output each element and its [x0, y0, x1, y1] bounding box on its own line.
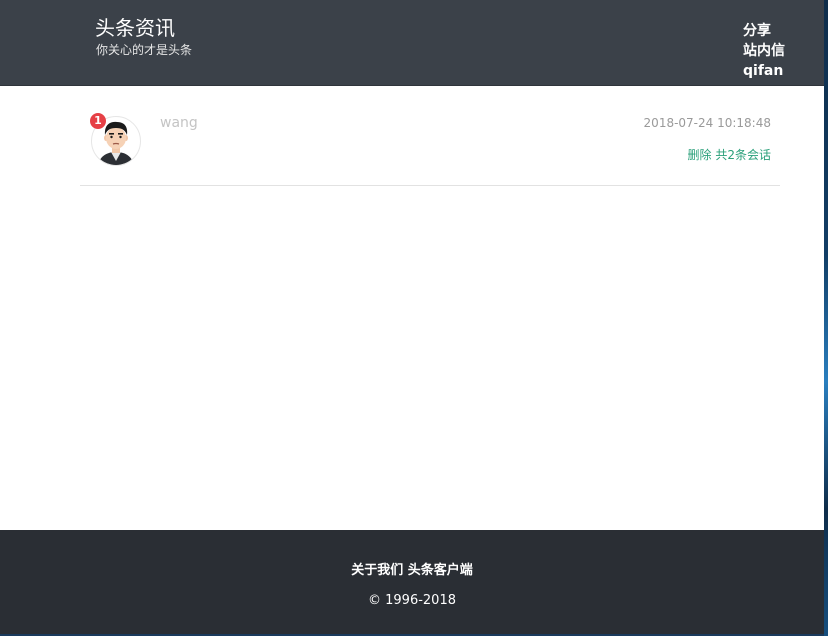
conversation-username[interactable]: wang: [160, 114, 198, 132]
browser-window: 头条资讯 你关心的才是头条 分享 站内信 qifan 1 wang 2018-0…: [0, 0, 824, 634]
copyright-text: © 1996-2018: [368, 593, 456, 608]
conversation-actions: 删除 共2条会话: [688, 148, 771, 162]
nav-share-link[interactable]: 分享: [743, 21, 813, 41]
conversation-timestamp: 2018-07-24 10:18:48: [643, 116, 771, 130]
conversation-count-link[interactable]: 共2条会话: [715, 148, 771, 162]
avatar-container: 1: [90, 113, 141, 166]
nav-user-link[interactable]: qifan: [743, 61, 813, 81]
nav-messages-link[interactable]: 站内信: [743, 41, 813, 61]
site-slogan: 你关心的才是头条: [96, 43, 193, 57]
message-list: 1 wang 2018-07-24 10:18:48 删除 共2条会话: [0, 86, 824, 530]
desktop-background: [824, 0, 828, 636]
about-us-link[interactable]: 关于我们: [351, 563, 403, 578]
site-title[interactable]: 头条资讯: [95, 16, 175, 40]
client-app-link[interactable]: 头条客户端: [408, 563, 473, 578]
delete-link[interactable]: 删除: [688, 148, 712, 162]
header-nav: 分享 站内信 qifan: [743, 21, 813, 81]
conversation-item: 1 wang 2018-07-24 10:18:48 删除 共2条会话: [80, 86, 780, 186]
site-header: 头条资讯 你关心的才是头条 分享 站内信 qifan: [0, 0, 824, 86]
footer-links: 关于我们 头条客户端: [0, 563, 824, 579]
site-footer: 关于我们 头条客户端 © 1996-2018: [0, 530, 824, 634]
unread-badge: 1: [90, 113, 106, 129]
